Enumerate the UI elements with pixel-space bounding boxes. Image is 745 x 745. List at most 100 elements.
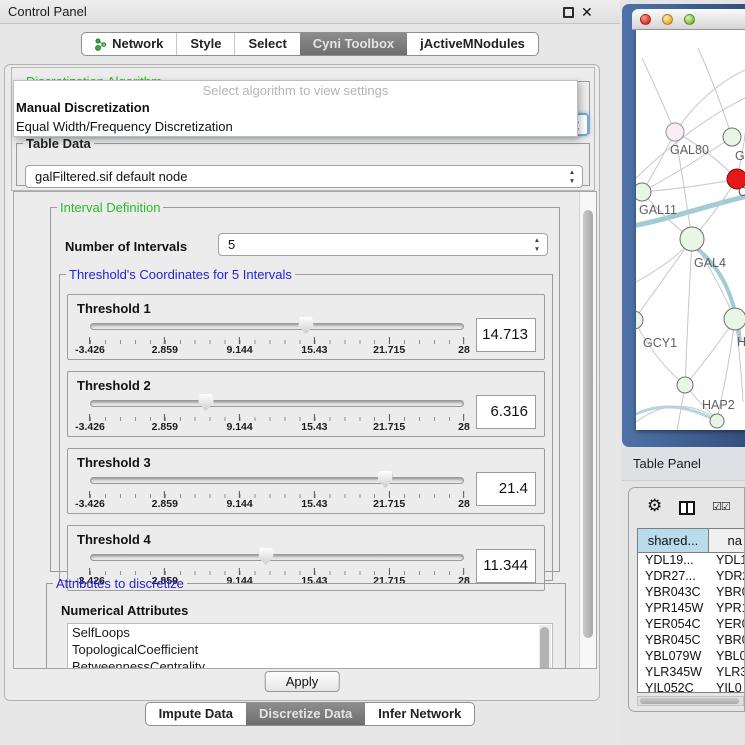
node-label: GAL11 xyxy=(639,203,677,217)
cell[interactable]: YLR345W xyxy=(638,665,709,681)
zoom-traffic-light-icon[interactable] xyxy=(684,14,695,25)
cell[interactable]: YPR145W xyxy=(638,601,709,617)
table-row[interactable]: YDL19...YDL1 xyxy=(638,553,744,569)
cell[interactable]: YBR043C xyxy=(638,585,709,601)
cell[interactable]: YDL1 xyxy=(709,553,744,569)
tick-label: 28 xyxy=(458,491,470,510)
threshold-2-slider[interactable]: -3.426 2.859 9.144 15.43 21.715 28 xyxy=(90,393,464,435)
apply-button[interactable]: Apply xyxy=(265,671,340,692)
gear-icon[interactable]: ⚙ xyxy=(647,496,662,516)
horizontal-scrollbar[interactable] xyxy=(637,696,744,706)
select-columns-checkboxes-icon[interactable]: ☑☑ xyxy=(712,500,730,513)
tab-impute-data[interactable]: Impute Data xyxy=(146,703,246,725)
cell[interactable]: YDR2 xyxy=(709,569,744,585)
threshold-1-value-field[interactable]: 14.713 xyxy=(476,318,536,352)
scrollbar-thumb[interactable] xyxy=(640,698,739,704)
table-row[interactable]: YBR045CYBR0 xyxy=(638,633,744,649)
tab-discretize-data[interactable]: Discretize Data xyxy=(246,703,365,725)
scrollbar-thumb[interactable] xyxy=(540,627,549,669)
scrollbar-thumb[interactable] xyxy=(583,210,593,638)
tab-cyni-toolbox[interactable]: Cyni Toolbox xyxy=(300,33,407,55)
node-attribute-table[interactable]: shared... na YDL19...YDL1 YDR27...YDR2 Y… xyxy=(637,528,744,693)
table-row[interactable]: YPR145WYPR1 xyxy=(638,601,744,617)
list-item[interactable]: TopologicalCoefficient xyxy=(68,641,552,658)
cell[interactable]: YIL0 xyxy=(709,681,744,693)
list-item[interactable]: SelfLoops xyxy=(68,624,552,641)
node-gal11[interactable] xyxy=(636,183,651,201)
table-row[interactable]: YIL052CYIL0 xyxy=(638,681,744,693)
cell[interactable]: YIL052C xyxy=(638,681,709,693)
tab-network[interactable]: Network xyxy=(82,33,176,55)
dropdown-option-manual[interactable]: Manual Discretization xyxy=(14,98,577,117)
slider-track[interactable] xyxy=(90,323,464,330)
column-header-name[interactable]: na xyxy=(709,529,744,552)
cell[interactable]: YER0 xyxy=(709,617,744,633)
num-intervals-combobox[interactable]: 5 ▲▼ xyxy=(218,233,548,256)
minimize-traffic-light-icon[interactable] xyxy=(662,14,673,25)
slider-thumb[interactable] xyxy=(258,548,273,565)
table-row[interactable]: YBR043CYBR0 xyxy=(638,585,744,601)
column-header-shared-name[interactable]: shared... xyxy=(638,529,709,552)
cell[interactable]: YBR0 xyxy=(709,585,744,601)
table-row[interactable]: YDR27...YDR2 xyxy=(638,569,744,585)
tab-select[interactable]: Select xyxy=(234,33,299,55)
node-label: H xyxy=(737,335,745,349)
node-hap2[interactable] xyxy=(677,377,693,393)
close-traffic-light-icon[interactable] xyxy=(640,14,651,25)
threshold-label: Threshold 2 xyxy=(68,372,544,393)
cell[interactable]: YBL079W xyxy=(638,649,709,665)
network-graph: GAL80 GA C GAL11 GAL4 GCY1 H HAP2 xyxy=(636,30,745,430)
threshold-3-slider[interactable]: -3.426 2.859 9.144 15.43 21.715 28 xyxy=(90,470,464,512)
node-gal80[interactable] xyxy=(666,123,684,141)
tab-style[interactable]: Style xyxy=(176,33,234,55)
table-row[interactable]: YLR345WYLR3 xyxy=(638,665,744,681)
tick-label: 15.43 xyxy=(301,337,327,356)
close-panel-icon[interactable]: ✕ xyxy=(581,3,593,21)
num-intervals-label: Number of Intervals xyxy=(65,239,187,254)
threshold-3-value-field[interactable]: 21.4 xyxy=(476,472,536,506)
list-scrollbar[interactable] xyxy=(539,625,551,669)
list-item[interactable]: BetweennessCentrality xyxy=(68,658,552,669)
tick-label: 28 xyxy=(458,414,470,433)
network-icon xyxy=(95,38,107,51)
node-partial[interactable] xyxy=(710,414,724,428)
tab-infer-network[interactable]: Infer Network xyxy=(365,703,474,725)
tick-label: 21.715 xyxy=(373,414,405,433)
tab-jactivemnodules[interactable]: jActiveMNodules xyxy=(407,33,538,55)
dropdown-option-equal-width[interactable]: Equal Width/Frequency Discretization xyxy=(14,117,577,136)
cell[interactable]: YBL0 xyxy=(709,649,744,665)
cell[interactable]: YLR3 xyxy=(709,665,744,681)
slider-thumb[interactable] xyxy=(378,471,393,488)
cell[interactable]: YBR045C xyxy=(638,633,709,649)
network-canvas[interactable]: GAL80 GA C GAL11 GAL4 GCY1 H HAP2 xyxy=(636,30,745,430)
slider-track[interactable] xyxy=(90,477,464,484)
threshold-2-value-field[interactable]: 6.316 xyxy=(476,395,536,429)
node-gcy1[interactable] xyxy=(636,311,643,329)
float-panel-icon[interactable] xyxy=(563,7,574,18)
cell[interactable]: YDR27... xyxy=(638,569,709,585)
tab-label: Select xyxy=(248,33,286,55)
cell[interactable]: YDL19... xyxy=(638,553,709,569)
table-data-combobox[interactable]: galFiltered.sif default node ▲▼ xyxy=(25,165,583,188)
node-ga[interactable] xyxy=(723,128,741,146)
cell[interactable]: YBR0 xyxy=(709,633,744,649)
attributes-listbox[interactable]: SelfLoops TopologicalCoefficient Between… xyxy=(67,623,553,669)
dropdown-placeholder-option[interactable]: Select algorithm to view settings xyxy=(14,81,577,98)
node-gal4[interactable] xyxy=(680,227,704,251)
network-window-titlebar[interactable] xyxy=(632,9,745,30)
cell[interactable]: YER054C xyxy=(638,617,709,633)
slider-track[interactable] xyxy=(90,400,464,407)
node-label: C xyxy=(738,185,745,199)
control-panel: Control Panel ✕ Network Style Select xyxy=(0,0,620,745)
table-row[interactable]: YBL079WYBL0 xyxy=(638,649,744,665)
slider-thumb[interactable] xyxy=(298,317,313,334)
threshold-1-slider[interactable]: -3.426 2.859 9.144 15.43 21.715 28 xyxy=(90,316,464,358)
cell[interactable]: YPR1 xyxy=(709,601,744,617)
vertical-scrollbar[interactable] xyxy=(579,192,596,668)
node-h[interactable] xyxy=(724,308,745,330)
slider-thumb[interactable] xyxy=(198,394,213,411)
cyni-panel-body: Discretization Algorithm ▲▼ Table Data g… xyxy=(4,64,600,701)
slider-track[interactable] xyxy=(90,554,464,561)
columns-icon[interactable] xyxy=(679,501,695,515)
table-row[interactable]: YER054CYER0 xyxy=(638,617,744,633)
